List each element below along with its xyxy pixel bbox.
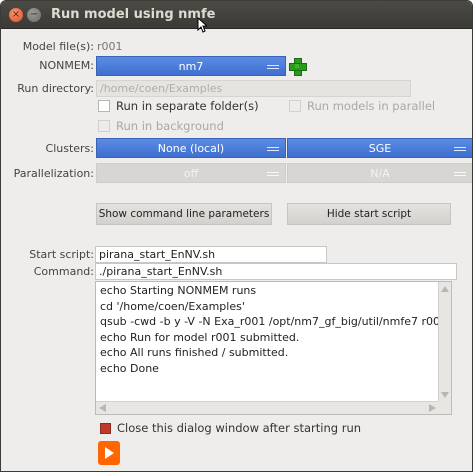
script-line: echo Run for model r001 submitted. <box>100 330 300 344</box>
command-field[interactable]: ./pirana_start_EnNV.sh <box>95 263 457 280</box>
script-line: echo Done <box>100 361 159 375</box>
show-command-line-button[interactable]: Show command line parameters <box>96 203 272 225</box>
parallelization-label: Parallelization: <box>13 167 94 180</box>
parallelization-select: off <box>96 163 286 183</box>
nonmem-select[interactable]: nm7 <box>96 56 286 76</box>
scroll-down-arrow-icon[interactable] <box>441 392 449 398</box>
start-script-field[interactable]: pirana_start_EnNV.sh <box>95 246 327 263</box>
hide-start-script-button[interactable]: Hide start script <box>287 203 451 225</box>
run-parallel-label: Run models in parallel <box>307 99 436 113</box>
dropdown-grip-icon <box>267 147 279 151</box>
model-files-label: Model file(s): <box>22 40 94 53</box>
horizontal-scrollbar[interactable] <box>96 401 439 414</box>
run-directory-field: /home/coen/Examples <box>96 80 411 97</box>
checkbox-box <box>98 120 110 132</box>
nonmem-select-value: nm7 <box>178 60 204 73</box>
scheduler-select[interactable]: SGE <box>287 138 472 158</box>
run-parallel-checkbox: Run models in parallel <box>289 99 435 113</box>
scroll-corner <box>438 401 451 414</box>
parallelization-select-value: off <box>183 167 199 180</box>
title-bar: × − Run model using nmfe <box>1 1 472 33</box>
separate-folder-label: Run in separate folder(s) <box>116 99 259 113</box>
separate-folder-checkbox[interactable]: Run in separate folder(s) <box>98 99 259 113</box>
dropdown-grip-icon <box>454 147 466 151</box>
dropdown-grip-icon <box>267 172 279 176</box>
parallelization-select-2: N/A <box>287 163 472 183</box>
window-title: Run model using nmfe <box>51 7 216 22</box>
run-background-label: Run in background <box>116 119 224 133</box>
script-line: echo Starting NONMEM runs <box>100 284 257 297</box>
script-lines: echo Starting NONMEM runs cd '/home/coen… <box>96 282 439 402</box>
dialog-window: × − Run model using nmfe Model file(s): … <box>0 0 473 472</box>
scroll-up-arrow-icon[interactable] <box>441 286 449 292</box>
checkbox-box[interactable] <box>98 100 110 112</box>
clusters-select-value: None (local) <box>157 142 225 155</box>
script-line: echo All runs finished / submitted. <box>100 346 289 359</box>
model-files-value: r001 <box>97 40 123 53</box>
script-line: cd '/home/coen/Examples' <box>100 299 245 313</box>
play-icon <box>105 447 114 459</box>
close-dialog-label: Close this dialog window after starting … <box>117 421 362 435</box>
start-script-label: Start script: <box>29 248 94 261</box>
start-script-textarea[interactable]: echo Starting NONMEM runs cd '/home/coen… <box>95 281 452 415</box>
run-directory-label: Run directory: <box>17 82 94 95</box>
add-nonmem-plus-icon[interactable] <box>289 58 307 76</box>
scroll-left-arrow-icon[interactable] <box>99 404 106 412</box>
nonmem-label: NONMEM: <box>39 59 94 72</box>
dropdown-grip-icon <box>454 172 466 176</box>
scroll-right-arrow-icon[interactable] <box>429 404 436 412</box>
script-line: qsub -cwd -b y -V -N Exa_r001 /opt/nm7_g… <box>100 315 439 328</box>
command-label: Command: <box>33 265 94 278</box>
run-background-checkbox: Run in background <box>98 119 224 133</box>
minimize-icon[interactable]: − <box>27 8 41 22</box>
clusters-select[interactable]: None (local) <box>96 138 286 158</box>
clusters-label: Clusters: <box>45 142 94 155</box>
dropdown-grip-icon <box>267 65 279 69</box>
scheduler-select-value: SGE <box>368 142 392 155</box>
close-dialog-checkbox[interactable] <box>100 423 111 434</box>
close-icon[interactable]: × <box>9 8 23 22</box>
parallelization-select-2-value: N/A <box>370 167 390 180</box>
mouse-cursor-icon <box>197 17 207 33</box>
checkbox-box <box>289 100 301 112</box>
run-button[interactable] <box>98 441 120 465</box>
vertical-scrollbar[interactable] <box>438 282 451 402</box>
